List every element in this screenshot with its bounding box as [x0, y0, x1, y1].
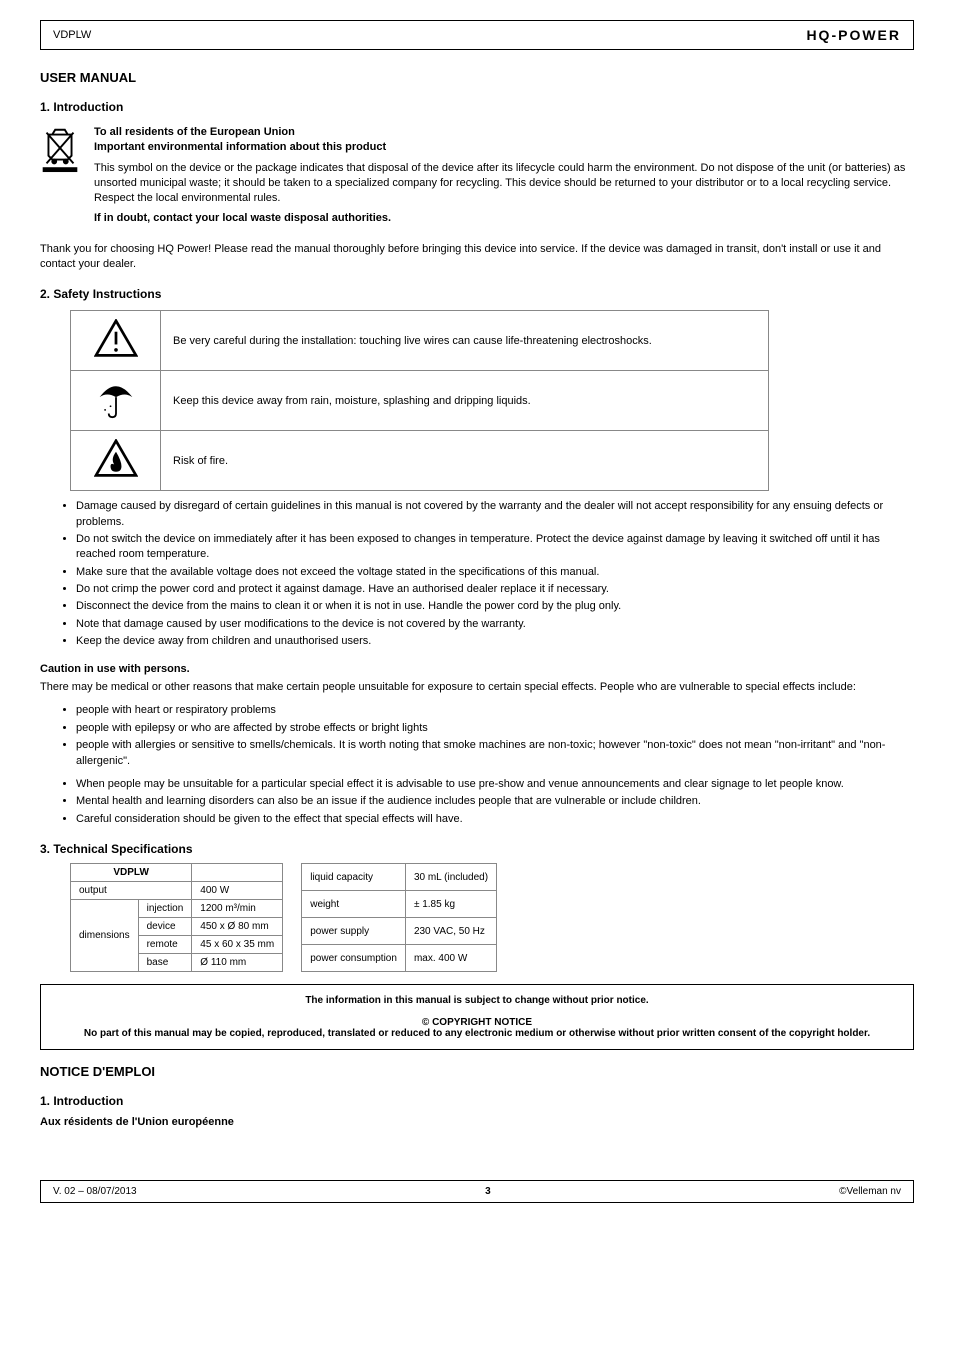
- table-row: Keep this device away from rain, moistur…: [71, 371, 769, 431]
- list-item: Do not crimp the power cord and protect …: [76, 582, 914, 597]
- spec-header: VDPLW: [71, 864, 192, 882]
- weee-text: To all residents of the European Union I…: [94, 123, 914, 232]
- list-item: Damage caused by disregard of certain gu…: [76, 499, 914, 530]
- footer-copyright: ©Velleman nv: [839, 1186, 901, 1197]
- cell: 30 mL (included): [405, 864, 496, 891]
- fire-icon: [71, 431, 161, 491]
- intro-heading: 1. Introduction: [40, 99, 914, 115]
- list-item: When people may be unsuitable for a part…: [76, 777, 914, 792]
- cell: injection: [138, 900, 192, 918]
- table-row: liquid capacity 30 mL (included): [302, 864, 497, 891]
- cell: power supply: [302, 918, 406, 945]
- page-footer: V. 02 – 08/07/2013 3 ©Velleman nv: [40, 1180, 914, 1203]
- list-item: people with heart or respiratory problem…: [76, 703, 914, 718]
- cell: power consumption: [302, 945, 406, 972]
- fr-lead: Aux résidents de l'Union européenne: [40, 1116, 234, 1128]
- notice-copyright: © COPYRIGHT NOTICE: [422, 1017, 532, 1028]
- caution-heading: Caution in use with persons.: [40, 662, 914, 677]
- page-title: USER MANUAL: [40, 70, 914, 85]
- cell: weight: [302, 891, 406, 918]
- table-row: power consumption max. 400 W: [302, 945, 497, 972]
- list-item: Do not switch the device on immediately …: [76, 532, 914, 563]
- footer-version: V. 02 – 08/07/2013: [53, 1186, 137, 1197]
- tech-heading: 3. Technical Specifications: [40, 841, 914, 857]
- page-header: VDPLW HQ-POWER: [40, 20, 914, 50]
- spec-table-left: VDPLW output 400 W dimensions injection …: [70, 863, 283, 972]
- table-row: Risk of fire.: [71, 431, 769, 491]
- cell: liquid capacity: [302, 864, 406, 891]
- caution-intro: There may be medical or other reasons th…: [40, 680, 914, 695]
- cell: 400 W: [192, 882, 283, 900]
- cell: dimensions: [71, 900, 139, 972]
- weee-paragraph-1: This symbol on the device or the package…: [94, 161, 914, 206]
- warning-text: Be very careful during the installation:…: [161, 311, 769, 371]
- list-item: Mental health and learning disorders can…: [76, 794, 914, 809]
- cell: ± 1.85 kg: [405, 891, 496, 918]
- weee-icon: [40, 123, 80, 232]
- safety-bullets-1: Damage caused by disregard of certain gu…: [76, 499, 914, 650]
- cell: output: [71, 882, 192, 900]
- fr-intro-heading: 1. Introduction: [40, 1093, 914, 1109]
- table-row: output 400 W: [71, 882, 283, 900]
- brand-name: HQ-POWER: [806, 27, 901, 43]
- footer-pagenum: 3: [485, 1186, 491, 1197]
- cell: max. 400 W: [405, 945, 496, 972]
- umbrella-icon: [71, 371, 161, 431]
- cell: 450 x Ø 80 mm: [192, 918, 283, 936]
- list-item: Disconnect the device from the mains to …: [76, 599, 914, 614]
- list-item: Make sure that the available voltage doe…: [76, 565, 914, 580]
- list-item: Careful consideration should be given to…: [76, 812, 914, 827]
- table-row: weight ± 1.85 kg: [302, 891, 497, 918]
- table-row: dimensions injection 1200 m³/min: [71, 900, 283, 918]
- weee-lead-fr: Important environmental information abou…: [94, 141, 386, 153]
- weee-lead-en: To all residents of the European Union: [94, 126, 295, 138]
- cell: 1200 m³/min: [192, 900, 283, 918]
- list-item: people with allergies or sensitive to sm…: [76, 738, 914, 769]
- notice-line2a: No part of this manual may be copied, re…: [84, 1028, 619, 1039]
- fr-title: NOTICE D'EMPLOI: [40, 1064, 914, 1079]
- notice-line2b: without prior written consent of the cop…: [618, 1028, 870, 1039]
- safety-heading: 2. Safety Instructions: [40, 286, 914, 302]
- list-item: people with epilepsy or who are affected…: [76, 721, 914, 736]
- fire-text: Risk of fire.: [161, 431, 769, 491]
- cell: device: [138, 918, 192, 936]
- cell: Ø 110 mm: [192, 954, 283, 972]
- cell: remote: [138, 936, 192, 954]
- list-item: Keep the device away from children and u…: [76, 634, 914, 649]
- notice-line1: The information in this manual is subjec…: [305, 995, 648, 1006]
- table-row: Be very careful during the installation:…: [71, 311, 769, 371]
- list-item: Note that damage caused by user modifica…: [76, 617, 914, 632]
- cell: 45 x 60 x 35 mm: [192, 936, 283, 954]
- product-name: VDPLW: [53, 29, 91, 41]
- weee-block: To all residents of the European Union I…: [40, 123, 914, 232]
- spec-tables: VDPLW output 400 W dimensions injection …: [70, 863, 914, 972]
- copyright-notice: The information in this manual is subjec…: [40, 984, 914, 1050]
- umbrella-text: Keep this device away from rain, moistur…: [161, 371, 769, 431]
- intro-thanks: Thank you for choosing HQ Power! Please …: [40, 242, 914, 272]
- cell: base: [138, 954, 192, 972]
- spec-table-right: liquid capacity 30 mL (included) weight …: [301, 863, 497, 972]
- warning-icon: [71, 311, 161, 371]
- weee-paragraph-2: If in doubt, contact your local waste di…: [94, 212, 391, 224]
- cell: 230 VAC, 50 Hz: [405, 918, 496, 945]
- safety-symbol-table: Be very careful during the installation:…: [70, 310, 769, 491]
- safety-bullets-2: people with heart or respiratory problem…: [76, 703, 914, 769]
- safety-bullets-3: When people may be unsuitable for a part…: [76, 777, 914, 827]
- table-row: power supply 230 VAC, 50 Hz: [302, 918, 497, 945]
